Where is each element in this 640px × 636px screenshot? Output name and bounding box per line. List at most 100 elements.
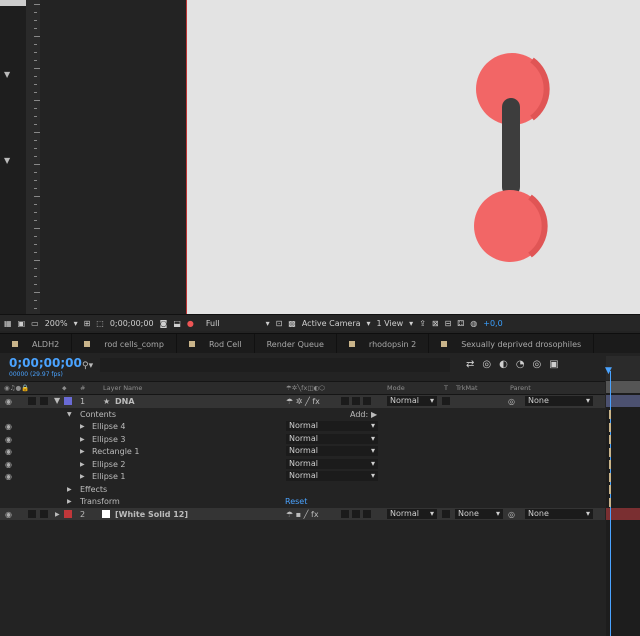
effects-row[interactable]: ▶ Effects <box>0 483 605 496</box>
layer-name-column[interactable]: Layer Name <box>103 384 142 392</box>
layer-2-bar[interactable] <box>606 508 640 520</box>
shape-name[interactable]: Ellipse 2 <box>92 460 126 469</box>
shape-name[interactable]: Ellipse 1 <box>92 472 126 481</box>
switch-box[interactable] <box>363 509 371 518</box>
contents-row[interactable]: ▼ Contents Add: ▶ <box>0 408 605 421</box>
blend-mode-dropdown[interactable]: Normal ▾ <box>286 458 378 469</box>
shape-row[interactable]: ◉ ▶ Ellipse 1 Normal ▾ <box>0 470 605 483</box>
tab-sexually-deprived[interactable]: Sexually deprived drosophiles <box>429 334 595 354</box>
add-menu-icon[interactable]: ▶ <box>371 410 377 419</box>
expand-arrow-icon[interactable]: ▼ <box>67 411 72 418</box>
switch-box[interactable] <box>341 509 349 518</box>
rod-shape[interactable] <box>502 98 520 196</box>
lock-checkbox[interactable] <box>40 509 48 518</box>
composition-viewer[interactable] <box>186 0 640 314</box>
expand-arrow-icon[interactable]: ▶ <box>80 448 85 455</box>
shape-row[interactable]: ◉ ▶ Ellipse 3 Normal ▾ <box>0 433 605 446</box>
shape-name[interactable]: Rectangle 1 <box>92 447 139 456</box>
exposure-icon[interactable]: ◍ <box>470 319 477 328</box>
keyframe-marker[interactable] <box>609 410 611 419</box>
chevron-down-icon[interactable]: ▾ <box>266 319 270 328</box>
expand-arrow-icon[interactable]: ▶ <box>55 511 60 518</box>
tab-render-queue[interactable]: Render Queue <box>255 334 337 354</box>
layer-name[interactable]: DNA <box>115 397 135 406</box>
switch-box[interactable] <box>352 397 360 405</box>
mode-dropdown[interactable]: Normal ▾ <box>387 508 437 519</box>
timeline-switches[interactable]: ⇄◎◐◔◎▣ <box>466 359 567 370</box>
layer-switches[interactable]: ☂ ▪ ╱ fx <box>286 510 319 519</box>
eye-icon[interactable]: ◉ <box>5 447 12 456</box>
region-icon[interactable]: ⊡ <box>276 319 283 328</box>
monitor-icon[interactable]: ▭ <box>31 319 39 328</box>
chevron-down-icon[interactable]: ▾ <box>367 319 371 328</box>
tab-rhodopsin-2[interactable]: rhodopsin 2 <box>337 334 430 354</box>
transparency-grid-icon[interactable]: ▩ <box>288 319 296 328</box>
parent-dropdown[interactable]: None ▾ <box>525 508 593 519</box>
view-layout-dropdown[interactable]: 1 View <box>377 319 404 328</box>
search-icon[interactable]: ⚲▾ <box>82 361 93 371</box>
reset-link[interactable]: Reset <box>285 497 307 506</box>
color-channel-icon[interactable]: ● <box>187 319 194 328</box>
eye-icon[interactable]: ◉ <box>5 435 12 444</box>
fast-preview-icon[interactable]: ⊠ <box>432 319 439 328</box>
blend-mode-dropdown[interactable]: Normal ▾ <box>286 433 378 444</box>
pickwhip-icon[interactable]: ◎ <box>508 510 515 519</box>
layer-switches[interactable]: ☂ ✲ ╱ fx <box>286 397 320 406</box>
layer-row-white-solid[interactable]: ◉ ▶ 2 [White Solid 12] ☂ ▪ ╱ fx Normal ▾ … <box>0 507 605 520</box>
expand-arrow-icon[interactable]: ▶ <box>80 423 85 430</box>
mask-icon[interactable]: ⬚ <box>96 319 104 328</box>
always-preview-icon[interactable]: ▣ <box>18 319 26 328</box>
blend-mode-dropdown[interactable]: Normal ▾ <box>286 471 378 481</box>
camera-dropdown[interactable]: Active Camera <box>302 319 361 328</box>
resolution-dropdown[interactable]: Full <box>206 319 220 328</box>
eye-icon[interactable]: ◉ <box>5 472 12 481</box>
layer-1-bar[interactable] <box>606 395 640 407</box>
preserve-transparency-box[interactable] <box>442 509 450 518</box>
switch-box[interactable] <box>341 397 349 405</box>
lock-checkbox[interactable] <box>40 397 48 405</box>
eye-icon[interactable]: ◉ <box>5 460 12 469</box>
safe-zones-icon[interactable]: ⊞ <box>84 319 91 328</box>
pickwhip-icon[interactable]: ◎ <box>508 397 515 406</box>
toggle-pixel-icon[interactable]: ⇪ <box>419 319 426 328</box>
tab-rod-cells-comp[interactable]: rod cells_comp <box>72 334 177 354</box>
trkmat-dropdown[interactable]: None ▾ <box>455 508 503 519</box>
flowchart-icon[interactable]: ⚃ <box>457 319 464 328</box>
exposure-value[interactable]: +0,0 <box>483 319 502 328</box>
playhead-handle-icon[interactable]: ▼ <box>605 366 612 376</box>
blend-mode-dropdown[interactable]: Normal ▾ <box>286 421 378 431</box>
expand-arrow-icon[interactable]: ▼ <box>4 70 10 79</box>
eye-icon[interactable]: ◉ <box>5 422 12 431</box>
snapshot-icon[interactable]: ⬓ <box>173 319 181 328</box>
tab-aldh2[interactable]: ALDH2 <box>0 334 73 354</box>
eye-icon[interactable]: ◉ <box>5 510 12 519</box>
chevron-down-icon[interactable]: ▾ <box>409 319 413 328</box>
shape-row[interactable]: ◉ ▶ Rectangle 1 Normal ▾ <box>0 445 605 458</box>
switch-box[interactable] <box>363 397 371 405</box>
expand-arrow-icon[interactable]: ▶ <box>80 473 85 480</box>
expand-arrow-icon[interactable]: ▼ <box>4 156 10 165</box>
camera-icon[interactable]: ◙ <box>160 319 168 328</box>
blend-mode-dropdown[interactable]: Normal ▾ <box>286 446 378 456</box>
solo-checkbox[interactable] <box>28 397 36 405</box>
expand-arrow-icon[interactable]: ▶ <box>80 461 85 468</box>
keyframe-marker[interactable] <box>609 497 611 507</box>
timeline-icon[interactable]: ⊟ <box>445 319 452 328</box>
keyframe-marker[interactable] <box>609 460 611 469</box>
parent-dropdown[interactable]: None ▾ <box>525 396 593 406</box>
viewer-timecode[interactable]: 0;00;00;00 <box>110 319 154 328</box>
chevron-down-icon[interactable]: ▾ <box>74 319 78 328</box>
solo-checkbox[interactable] <box>28 509 36 518</box>
preserve-transparency-box[interactable] <box>442 397 450 405</box>
mode-dropdown[interactable]: Normal ▾ <box>387 396 437 406</box>
keyframe-marker[interactable] <box>609 435 611 444</box>
layer-name[interactable]: [White Solid 12] <box>115 510 188 519</box>
grid-icon[interactable]: ▦ <box>4 319 12 328</box>
label-color-swatch[interactable] <box>64 509 72 518</box>
shape-name[interactable]: Ellipse 3 <box>92 435 126 444</box>
work-area-bar[interactable] <box>606 381 640 393</box>
current-time-display[interactable]: 0;00;00;00 <box>9 356 82 370</box>
shape-row[interactable]: ◉ ▶ Ellipse 2 Normal ▾ <box>0 458 605 471</box>
eye-icon[interactable]: ◉ <box>5 397 12 406</box>
switch-box[interactable] <box>352 509 360 518</box>
